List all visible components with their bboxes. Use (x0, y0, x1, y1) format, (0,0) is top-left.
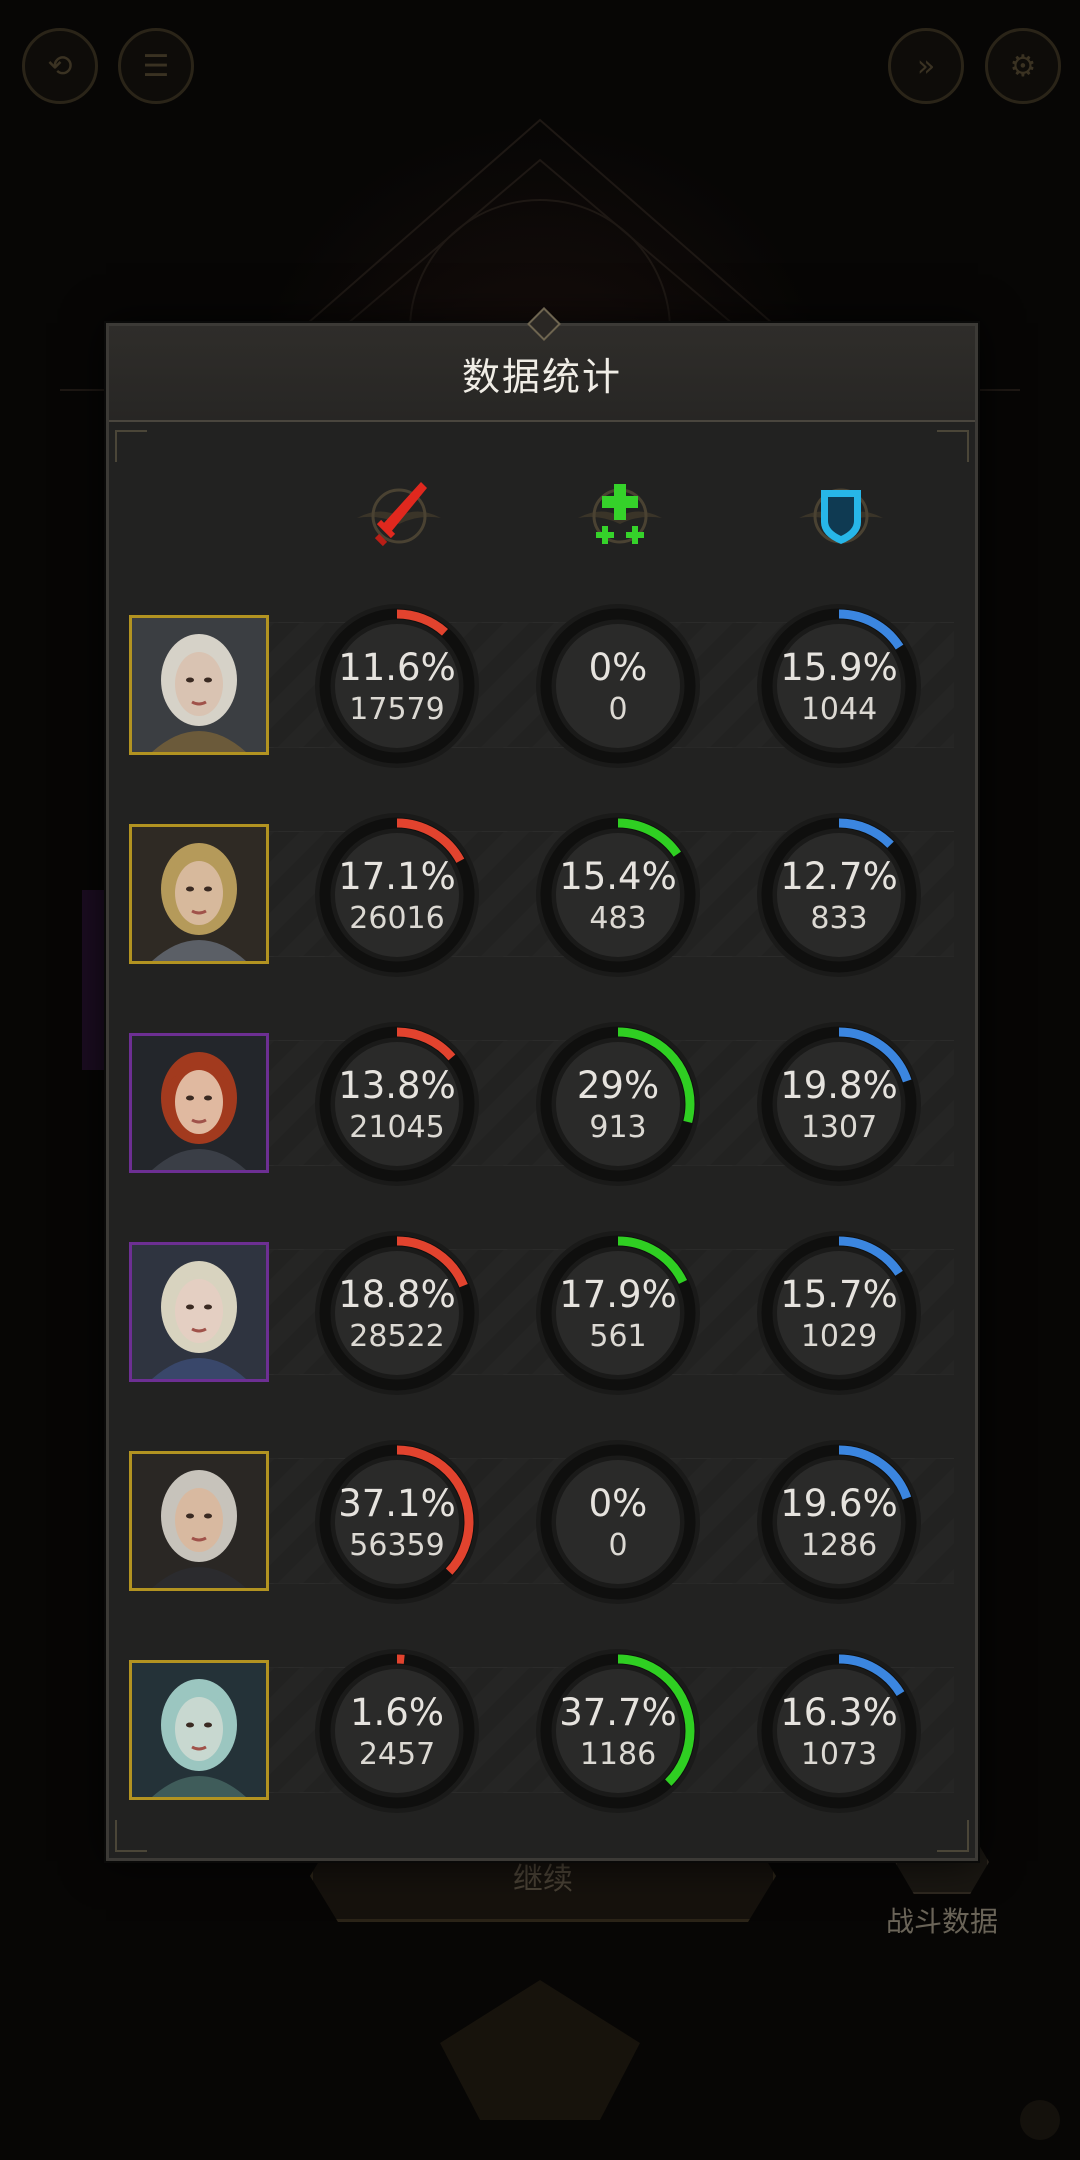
hero-row: 17.1% 26016 15.4% 483 12.7% 833 (129, 807, 959, 979)
statistics-modal: 数据统计 11.6% 17579 0% 0 15.9% 1044 17.1% 2… (106, 307, 978, 1861)
silver-haired-man-portrait[interactable] (129, 1451, 269, 1591)
hero-row: 11.6% 17579 0% 0 15.9% 1044 (129, 598, 959, 770)
corner-ornament (115, 1820, 147, 1852)
tank-value: 1307 (800, 1110, 878, 1145)
background-emblem (440, 1980, 640, 2120)
tank-ring: 15.9% 1044 (751, 598, 927, 774)
damage-ring: 17.1% 26016 (309, 807, 485, 983)
heal-value: 483 (589, 901, 647, 936)
heal-percent: 29% (576, 1064, 660, 1107)
heal-ring: 0% 0 (530, 1434, 706, 1610)
damage-ring: 18.8% 28522 (309, 1225, 485, 1401)
tank-ring: 15.7% 1029 (751, 1225, 927, 1401)
hero-row: 13.8% 21045 29% 913 19.8% 1307 (129, 1016, 959, 1188)
damage-value: 28522 (349, 1319, 445, 1354)
tank-value: 833 (810, 901, 868, 936)
damage-value: 21045 (349, 1110, 445, 1145)
heal-value: 561 (589, 1319, 647, 1354)
hero-row: 1.6% 2457 37.7% 1186 16.3% 1073 (129, 1643, 959, 1815)
damage-value: 56359 (349, 1528, 445, 1563)
damage-ring: 37.1% 56359 (309, 1434, 485, 1610)
heal-ring: 15.4% 483 (530, 807, 706, 983)
corner-ornament (937, 430, 969, 462)
green-elf-portrait[interactable] (129, 1660, 269, 1800)
heal-percent: 0% (588, 1482, 648, 1525)
shield-icon (791, 466, 891, 566)
column-header-icons (109, 466, 975, 566)
tank-ring: 19.6% 1286 (751, 1434, 927, 1610)
heal-value: 0 (608, 1528, 628, 1563)
damage-percent: 17.1% (338, 855, 456, 898)
heal-percent: 17.9% (559, 1273, 677, 1316)
tank-value: 1073 (800, 1737, 878, 1772)
damage-value: 2457 (358, 1737, 436, 1772)
blonde-eyepatch-portrait[interactable] (129, 824, 269, 964)
damage-percent: 13.8% (338, 1064, 456, 1107)
corner-ornament (937, 1820, 969, 1852)
background-corner-icon (1020, 2100, 1060, 2140)
tank-percent: 19.6% (780, 1482, 898, 1525)
heal-value: 913 (589, 1110, 647, 1145)
hero-row: 37.1% 56359 0% 0 19.6% 1286 (129, 1434, 959, 1606)
damage-ring: 13.8% 21045 (309, 1016, 485, 1192)
damage-value: 17579 (349, 692, 445, 727)
tank-percent: 15.9% (780, 646, 898, 689)
heal-percent: 37.7% (559, 1691, 677, 1734)
tank-value: 1286 (800, 1528, 878, 1563)
corner-ornament (115, 430, 147, 462)
heal-ring: 17.9% 561 (530, 1225, 706, 1401)
tank-ring: 12.7% 833 (751, 807, 927, 983)
back-button[interactable]: ⟲ (22, 28, 98, 104)
tank-value: 1029 (800, 1319, 878, 1354)
heal-plus-icon (570, 466, 670, 566)
hero-row: 18.8% 28522 17.9% 561 15.7% 1029 (129, 1225, 959, 1397)
menu-button[interactable]: ☰ (118, 28, 194, 104)
elf-hood-portrait[interactable] (129, 1242, 269, 1382)
speed-button[interactable]: » (888, 28, 964, 104)
heal-ring: 0% 0 (530, 598, 706, 774)
damage-percent: 37.1% (338, 1482, 456, 1525)
damage-ring: 11.6% 17579 (309, 598, 485, 774)
hooded-red-hair-portrait[interactable] (129, 1033, 269, 1173)
damage-ring: 1.6% 2457 (309, 1643, 485, 1819)
modal-title: 数据统计 (461, 354, 622, 399)
heal-percent: 0% (588, 646, 648, 689)
white-haired-woman-portrait[interactable] (129, 615, 269, 755)
heal-ring: 37.7% 1186 (530, 1643, 706, 1819)
heal-value: 1186 (579, 1737, 657, 1772)
battle-data-label: 战斗数据 (885, 1905, 998, 1938)
tank-ring: 19.8% 1307 (751, 1016, 927, 1192)
damage-value: 26016 (349, 901, 445, 936)
tank-percent: 19.8% (780, 1064, 898, 1107)
settings-button[interactable]: ⚙ (985, 28, 1061, 104)
tank-ring: 16.3% 1073 (751, 1643, 927, 1819)
tank-value: 1044 (800, 692, 878, 727)
damage-percent: 11.6% (338, 646, 456, 689)
heal-value: 0 (608, 692, 628, 727)
damage-percent: 18.8% (338, 1273, 456, 1316)
tank-percent: 12.7% (780, 855, 898, 898)
sword-icon (349, 466, 449, 566)
heal-percent: 15.4% (559, 855, 677, 898)
heal-ring: 29% 913 (530, 1016, 706, 1192)
damage-percent: 1.6% (350, 1691, 444, 1734)
tank-percent: 16.3% (780, 1691, 898, 1734)
modal-header: 数据统计 (109, 307, 975, 422)
tank-percent: 15.7% (780, 1273, 898, 1316)
